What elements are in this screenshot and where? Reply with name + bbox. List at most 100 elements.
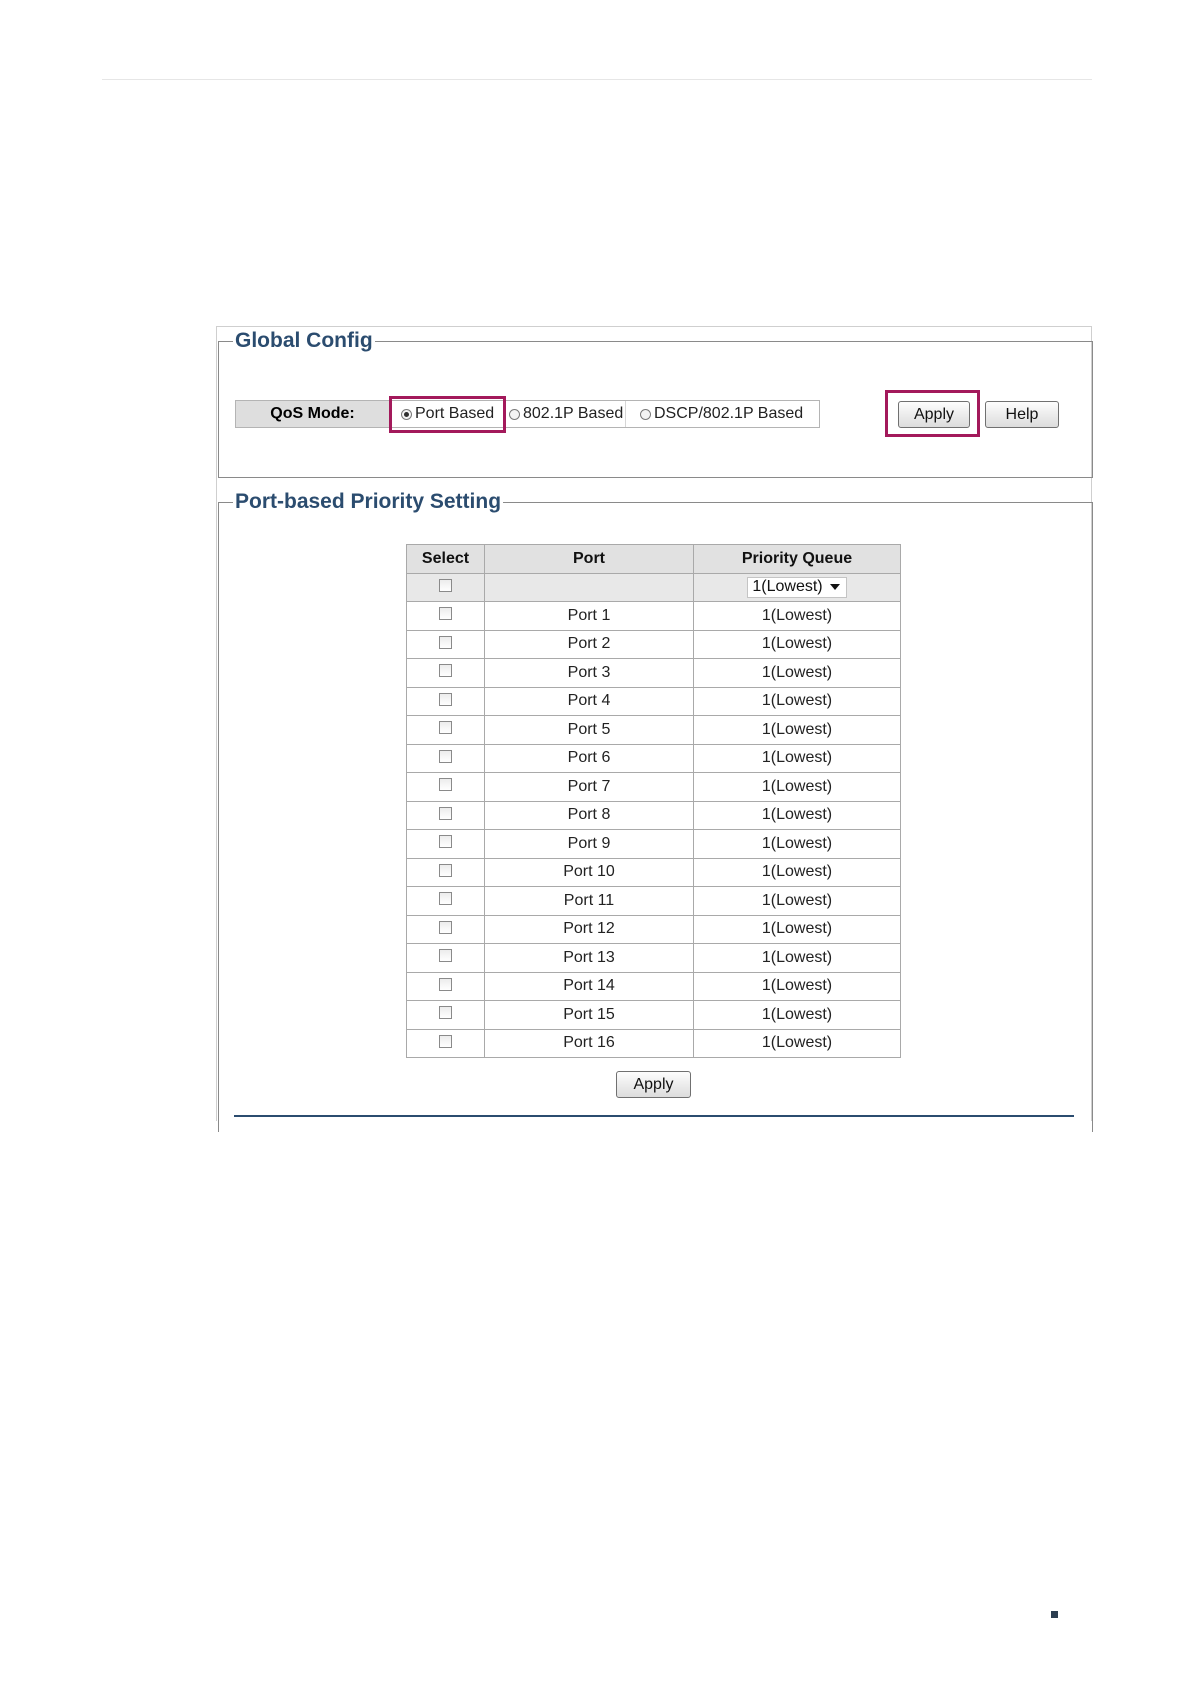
port-cell: Port 16 xyxy=(484,1028,694,1058)
page-marker xyxy=(1051,1611,1058,1618)
chevron-down-icon[interactable] xyxy=(829,584,840,591)
priority-cell: 1(Lowest) xyxy=(693,658,901,688)
highlight-apply-button xyxy=(885,390,980,437)
priority-cell: 1(Lowest) xyxy=(693,772,901,802)
select-all-checkbox[interactable] xyxy=(439,578,452,592)
select-cell xyxy=(406,658,485,688)
filter-row: 1(Lowest) xyxy=(406,572,901,602)
table-row: Port 5 1(Lowest) xyxy=(406,715,901,745)
row-select-checkbox[interactable] xyxy=(439,835,452,849)
row-select-checkbox[interactable] xyxy=(439,949,452,963)
table-row: Port 7 1(Lowest) xyxy=(406,772,901,802)
priority-cell: 1(Lowest) xyxy=(693,601,901,631)
select-cell xyxy=(406,914,485,944)
select-cell xyxy=(406,629,485,659)
select-cell xyxy=(406,971,485,1001)
select-cell xyxy=(406,772,485,802)
row-select-checkbox[interactable] xyxy=(439,977,452,991)
select-cell xyxy=(406,943,485,973)
radio-dscp-8021p-based[interactable] xyxy=(640,408,651,420)
table-header-row: Select Port Priority Queue xyxy=(406,544,901,574)
priority-cell: 1(Lowest) xyxy=(693,943,901,973)
table-row: Port 3 1(Lowest) xyxy=(406,658,901,688)
header-priority-queue: Priority Queue xyxy=(693,544,901,574)
port-cell: Port 10 xyxy=(484,857,694,887)
select-cell xyxy=(406,1000,485,1030)
highlight-port-based xyxy=(389,396,506,433)
panel-bottom-rule xyxy=(234,1115,1074,1117)
priority-cell: 1(Lowest) xyxy=(693,800,901,830)
header-select: Select xyxy=(406,544,485,574)
select-cell xyxy=(406,686,485,716)
qos-mode-8021p-based[interactable]: 802.1P Based xyxy=(506,401,626,427)
select-cell xyxy=(406,743,485,773)
row-select-checkbox[interactable] xyxy=(439,863,452,877)
row-select-checkbox[interactable] xyxy=(439,920,452,934)
port-cell: Port 15 xyxy=(484,1000,694,1030)
select-cell xyxy=(406,715,485,745)
port-cell: Port 9 xyxy=(484,829,694,859)
qos-option-label: 802.1P Based xyxy=(523,405,624,422)
table-row: Port 1 1(Lowest) xyxy=(406,601,901,631)
table-row: Port 10 1(Lowest) xyxy=(406,857,901,887)
table-row: Port 16 1(Lowest) xyxy=(406,1028,901,1058)
row-select-checkbox[interactable] xyxy=(439,806,452,820)
port-priority-title: Port-based Priority Setting xyxy=(235,490,502,513)
priority-cell: 1(Lowest) xyxy=(693,886,901,916)
port-cell: Port 6 xyxy=(484,743,694,773)
row-select-checkbox[interactable] xyxy=(439,664,452,678)
row-select-checkbox[interactable] xyxy=(439,1034,452,1048)
priority-cell: 1(Lowest) xyxy=(693,715,901,745)
header-port: Port xyxy=(484,544,694,574)
select-cell xyxy=(406,886,485,916)
radio-8021p-based[interactable] xyxy=(509,408,520,420)
select-cell xyxy=(406,829,485,859)
port-cell: Port 5 xyxy=(484,715,694,745)
table-row: Port 14 1(Lowest) xyxy=(406,971,901,1001)
priority-cell: 1(Lowest) xyxy=(693,914,901,944)
priority-cell: 1(Lowest) xyxy=(693,971,901,1001)
port-apply-button[interactable]: Apply xyxy=(616,1071,691,1098)
priority-queue-select[interactable]: 1(Lowest) xyxy=(747,576,847,598)
global-config-title: Global Config xyxy=(235,329,373,352)
port-cell: Port 12 xyxy=(484,914,694,944)
table-row: Port 6 1(Lowest) xyxy=(406,743,901,773)
port-cell: Port 8 xyxy=(484,800,694,830)
page-top-rule xyxy=(102,79,1092,80)
row-select-checkbox[interactable] xyxy=(439,692,452,706)
table-row: Port 11 1(Lowest) xyxy=(406,886,901,916)
port-cell: Port 3 xyxy=(484,658,694,688)
filter-priority-cell: 1(Lowest) xyxy=(693,572,901,602)
table-row: Port 9 1(Lowest) xyxy=(406,829,901,859)
qos-mode-dscp-8021p-based[interactable]: DSCP/802.1P Based xyxy=(626,401,819,427)
row-select-checkbox[interactable] xyxy=(439,778,452,792)
filter-port-cell xyxy=(484,572,694,602)
row-select-checkbox[interactable] xyxy=(439,749,452,763)
port-cell: Port 2 xyxy=(484,629,694,659)
select-all-cell xyxy=(406,572,485,602)
port-cell: Port 11 xyxy=(484,886,694,916)
port-cell: Port 7 xyxy=(484,772,694,802)
table-row: Port 8 1(Lowest) xyxy=(406,800,901,830)
priority-cell: 1(Lowest) xyxy=(693,829,901,859)
select-cell xyxy=(406,800,485,830)
table-row: Port 4 1(Lowest) xyxy=(406,686,901,716)
row-select-checkbox[interactable] xyxy=(439,607,452,621)
row-select-checkbox[interactable] xyxy=(439,892,452,906)
help-button[interactable]: Help xyxy=(985,401,1059,428)
row-select-checkbox[interactable] xyxy=(439,635,452,649)
select-cell xyxy=(406,1028,485,1058)
priority-queue-select-value: 1(Lowest) xyxy=(752,578,823,596)
priority-cell: 1(Lowest) xyxy=(693,686,901,716)
row-select-checkbox[interactable] xyxy=(439,721,452,735)
table-row: Port 13 1(Lowest) xyxy=(406,943,901,973)
table-row: Port 15 1(Lowest) xyxy=(406,1000,901,1030)
qos-mode-label: QoS Mode: xyxy=(235,400,390,428)
select-cell xyxy=(406,601,485,631)
port-cell: Port 4 xyxy=(484,686,694,716)
port-cell: Port 1 xyxy=(484,601,694,631)
select-cell xyxy=(406,857,485,887)
qos-option-label: DSCP/802.1P Based xyxy=(654,405,804,422)
port-cell: Port 14 xyxy=(484,971,694,1001)
row-select-checkbox[interactable] xyxy=(439,1006,452,1020)
